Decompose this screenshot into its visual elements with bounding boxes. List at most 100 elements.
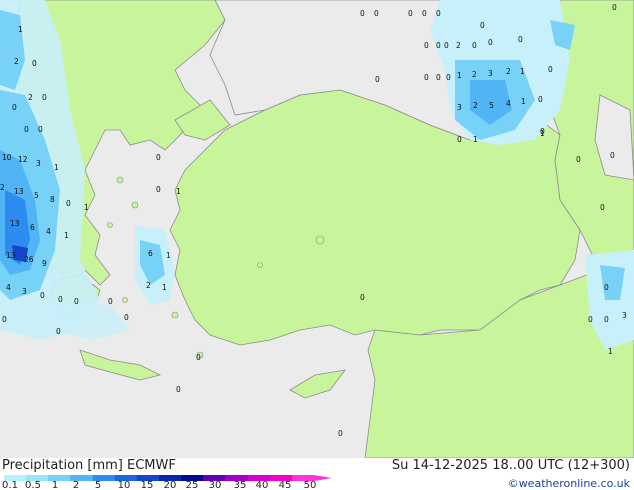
colorbar-tick-label: 5 — [94, 480, 102, 490]
map-value: 0 — [612, 3, 617, 12]
map-value: 0 — [360, 9, 365, 18]
map-value: 0 — [600, 203, 605, 212]
colorbar-tick-label: 0.5 — [25, 480, 41, 490]
map-value: 1 — [520, 67, 525, 76]
map-value: 2 — [473, 101, 478, 110]
map-value: 0 — [66, 199, 71, 208]
map-value: 0 — [58, 295, 63, 304]
map-value: 3 — [22, 287, 27, 296]
map-value: 1 — [64, 231, 69, 240]
map-value: 4 — [46, 227, 51, 236]
map-value: 1 — [608, 347, 613, 356]
colorbar-tick-label: 50 — [303, 480, 317, 490]
map-value: 0 — [408, 9, 413, 18]
map-value: 0 — [424, 73, 429, 82]
map-value: 2 — [0, 183, 5, 192]
map-value: 0 — [38, 125, 43, 134]
colorbar-tick-label: 10 — [117, 480, 131, 490]
map-title: Precipitation [mm] ECMWF — [2, 458, 176, 473]
map-value: 1 — [521, 97, 526, 106]
map-value: 0 — [24, 125, 29, 134]
map-value: 2 — [472, 70, 477, 79]
map-value: 13 — [10, 219, 20, 228]
map-value: 3 — [488, 69, 493, 78]
precipitation-map: 0 0 0 0 0 0 0 0 0 0 0 2 0 0 0 0 0 0 1 2 … — [0, 0, 634, 458]
map-value: 3 — [36, 159, 41, 168]
map-value: 6 — [30, 223, 35, 232]
map-value: 26 — [24, 255, 34, 264]
map-value: 1 — [162, 283, 167, 292]
map-value: 6 — [148, 249, 153, 258]
colorbar-tick-label: 40 — [255, 480, 269, 490]
map-value: 0 — [604, 283, 609, 292]
colorbar-tick-label: 45 — [278, 480, 292, 490]
map-value: 0 — [32, 59, 37, 68]
source-credit: ©weatheronline.co.uk — [507, 477, 630, 490]
map-value: 0 — [436, 41, 441, 50]
map-value: 1 — [18, 25, 23, 34]
map-value: 13 — [14, 187, 24, 196]
map-value: 0 — [42, 93, 47, 102]
forecast-time: Su 14-12-2025 18..00 UTC (12+300) — [391, 458, 630, 473]
map-value: 0 — [480, 21, 485, 30]
colorbar-tick-label: 2 — [72, 480, 80, 490]
map-value: 4 — [506, 99, 511, 108]
map-value: 0 — [176, 385, 181, 394]
map-value: 0 — [472, 41, 477, 50]
map-value: 0 — [196, 353, 201, 362]
map-value: 9 — [42, 259, 47, 268]
colorbar-ticks: 0.1 0.5 1 2 5 10 15 20 25 30 35 40 45 50 — [0, 480, 340, 490]
map-value: 1 — [166, 251, 171, 260]
colorbar-tick-label: 1 — [51, 480, 59, 490]
map-footer: Precipitation [mm] ECMWF Su 14-12-2025 1… — [0, 458, 634, 490]
map-value: 0 — [360, 293, 365, 302]
map-value: 1 — [473, 135, 478, 144]
map-value: 0 — [424, 41, 429, 50]
map-value: 0 — [538, 95, 543, 104]
map-value: 0 — [74, 297, 79, 306]
map-value: 0 — [488, 38, 493, 47]
colorbar-tick-label: 35 — [233, 480, 247, 490]
map-value: 2 — [146, 281, 151, 290]
map-value: 0 — [12, 103, 17, 112]
map-value: 2 — [14, 57, 19, 66]
map-value: 5 — [34, 191, 39, 200]
map-value: 0 — [56, 327, 61, 336]
weather-map-panel: 0 0 0 0 0 0 0 0 0 0 0 2 0 0 0 0 0 0 1 2 … — [0, 0, 634, 490]
map-value: 0 — [40, 291, 45, 300]
map-value: 0 — [436, 73, 441, 82]
map-value: 0 — [374, 9, 379, 18]
map-value: 0 — [156, 185, 161, 194]
map-value: 0 — [576, 155, 581, 164]
map-value: 1 — [176, 187, 181, 196]
map-value: 0 — [548, 65, 553, 74]
map-value: 2 — [506, 67, 511, 76]
map-value: 1 — [54, 163, 59, 172]
map-value: 3 — [457, 103, 462, 112]
map-value: 0 — [610, 151, 615, 160]
map-value: 13 — [6, 251, 16, 260]
colorbar-tick-label: 25 — [185, 480, 199, 490]
map-value: 0 — [422, 9, 427, 18]
map-value: 8 — [50, 195, 55, 204]
map-value: 5 — [489, 101, 494, 110]
map-value: 0 — [604, 315, 609, 324]
map-value: 0 — [444, 41, 449, 50]
map-value: 0 — [156, 153, 161, 162]
map-value: 0 — [108, 297, 113, 306]
map-value: 0 — [124, 313, 129, 322]
colorbar-tick-label: 20 — [163, 480, 177, 490]
map-value: 0 — [436, 9, 441, 18]
map-value: 3 — [622, 311, 627, 320]
colorbar-tick-label: 15 — [140, 480, 154, 490]
map-value: 0 — [2, 315, 7, 324]
map-value: 0 — [518, 35, 523, 44]
map-value: 0 — [588, 315, 593, 324]
map-value: 2 — [28, 93, 33, 102]
map-value: 0 — [375, 75, 380, 84]
map-value: 0 — [446, 73, 451, 82]
map-value: 1 — [457, 71, 462, 80]
map-value: 4 — [6, 283, 11, 292]
map-value: 10 — [2, 153, 12, 162]
colorbar-tick-label: 30 — [208, 480, 222, 490]
